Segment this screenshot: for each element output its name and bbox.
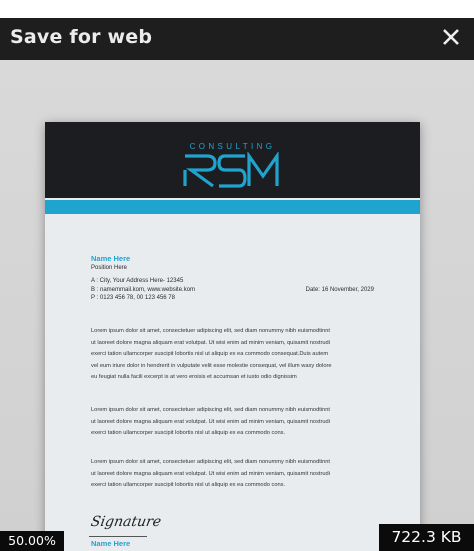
- paragraph-line: eu feugiat nulla facili excerpt is at ve…: [91, 374, 297, 380]
- sender-phone: P : 0123 456 78, 00 123 456 78: [91, 295, 175, 301]
- paragraph-line: exerci tation ullamcorper suscipit lobor…: [91, 482, 286, 488]
- dialog-title: Save for web: [10, 26, 153, 48]
- paragraph-line: ut laoreet dolore magna aliquam erat vol…: [91, 418, 330, 425]
- sender-position: Position Here: [91, 264, 128, 271]
- signer-name: Name Here: [91, 539, 131, 548]
- paragraph-line: Lorem ipsum dolor sit amet, consectetuer…: [91, 459, 330, 465]
- paragraph-line: ut laoreet dolore magna aliquam erat vol…: [91, 339, 330, 346]
- signature-line: [89, 536, 147, 537]
- sender-address: A : City, Your Address Here- 12345: [91, 278, 184, 284]
- signature: Signature: [89, 514, 163, 530]
- sender-block: Name Here Position Here A : City, Your A…: [91, 254, 381, 303]
- paragraph-line: vel eum iriure dolor in hendrerit in vul…: [91, 362, 332, 369]
- zoom-level[interactable]: 50.00%: [0, 531, 64, 551]
- paragraph-line: Lorem ipsum dolor sit amet, consectetuer…: [91, 328, 330, 334]
- signer-block: Name Here: [91, 539, 381, 549]
- letter-date: Date: 16 November, 2029: [305, 287, 374, 293]
- dialog-titlebar: Save for web: [0, 0, 474, 60]
- body-paragraph-2: Lorem ipsum dolor sit amet, consectetuer…: [91, 405, 381, 440]
- logo-tagline: CONSULTING: [189, 142, 276, 151]
- body-paragraph-1: Lorem ipsum dolor sit amet, consectetuer…: [91, 326, 381, 384]
- preview-canvas[interactable]: CONSULTING Name Here Position Here A : C…: [0, 60, 474, 551]
- letterhead-preview: CONSULTING Name Here Position Here A : C…: [45, 122, 420, 551]
- sender-name: Name Here: [91, 254, 131, 263]
- file-size: 722.3 KB: [379, 524, 474, 551]
- logo-mark: [183, 150, 283, 193]
- accent-stripe: [45, 200, 420, 214]
- paragraph-line: exerci tation ullamcorper suscipit lobor…: [91, 351, 329, 357]
- paragraph-line: Lorem ipsum dolor sit amet, consectetuer…: [91, 407, 330, 413]
- body-paragraph-3: Lorem ipsum dolor sit amet, consectetuer…: [91, 457, 381, 492]
- close-icon[interactable]: [438, 24, 464, 50]
- paragraph-line: ut laoreet dolore magna aliquam erat vol…: [91, 470, 330, 477]
- paragraph-line: exerci tation ullamcorper suscipit lobor…: [91, 430, 286, 436]
